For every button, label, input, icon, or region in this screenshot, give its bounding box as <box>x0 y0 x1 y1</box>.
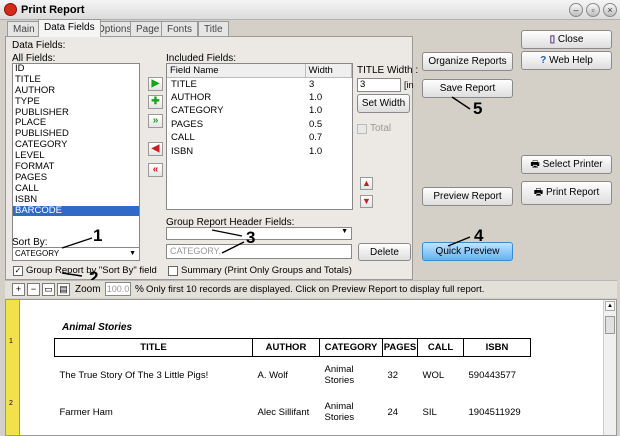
report-row: Farmer Ham Alec Sillifant Animal Stories 24… <box>55 394 531 431</box>
report-cell-author: A. Wolf <box>257 369 288 381</box>
report-cell-pages: 24 <box>387 406 399 418</box>
report-row: The True Story Of The 3 Little Pigs! A. W… <box>55 357 531 394</box>
vertical-ruler: 1 2 <box>6 300 20 435</box>
annotation-4: 4 <box>474 226 484 245</box>
ruler-mark-2: 2 <box>9 400 13 407</box>
ruler-mark-1: 1 <box>9 338 13 345</box>
report-preview[interactable]: 1 2 Animal Stories TITLE AUTHOR CATEGORY… <box>5 299 617 436</box>
zoom-note: Only first 10 records are displayed. Cli… <box>146 284 485 295</box>
col-call-header: CALL <box>417 338 464 357</box>
zoom-input[interactable]: 100.0 <box>105 282 131 296</box>
zoom-label: Zoom <box>75 284 101 295</box>
zoom-in-icon[interactable]: + <box>12 283 25 296</box>
report-cell-category: Animal Stories <box>324 364 355 387</box>
col-category-header: CATEGORY <box>319 338 383 357</box>
scroll-thumb[interactable] <box>605 316 615 334</box>
col-title-header: TITLE <box>54 338 253 357</box>
annotation-5: 5 <box>473 99 483 118</box>
preview-scrollbar[interactable]: ▲ <box>603 300 616 435</box>
group-title: Animal Stories <box>62 322 133 333</box>
fit-page-icon[interactable]: ▭ <box>42 283 55 296</box>
report-cell-title: The True Story Of The 3 Little Pigs! <box>59 369 209 381</box>
zoom-unit: % <box>135 284 144 295</box>
report-cell-pages: 32 <box>387 369 399 381</box>
report-cell-call: SIL <box>422 406 437 418</box>
report-cell-title: Farmer Ham <box>59 406 113 418</box>
report-cell-call: WOL <box>422 369 445 381</box>
scroll-up-icon[interactable]: ▲ <box>605 301 615 311</box>
zoom-toolbar: + − ▭ ▤ Zoom 100.0 % Only first 10 recor… <box>5 280 617 298</box>
zoom-out-icon[interactable]: − <box>27 283 40 296</box>
report-cell-isbn: 1904511929 <box>468 406 521 418</box>
col-pages-header: PAGES <box>382 338 418 357</box>
col-isbn-header: ISBN <box>463 338 531 357</box>
col-author-header: AUTHOR <box>252 338 320 357</box>
annotation-1: 1 <box>93 226 103 245</box>
annotation-3: 3 <box>246 228 256 247</box>
report-cell-author: Alec Sillifant <box>257 406 310 418</box>
tab-data-fields[interactable]: Data Fields <box>38 19 101 37</box>
report-cell-category: Animal Stories <box>324 401 355 423</box>
report-table: TITLE AUTHOR CATEGORY PAGES CALL ISBN Th… <box>54 338 531 431</box>
page-icon[interactable]: ▤ <box>57 283 70 296</box>
report-cell-isbn: 590443577 <box>468 369 517 381</box>
